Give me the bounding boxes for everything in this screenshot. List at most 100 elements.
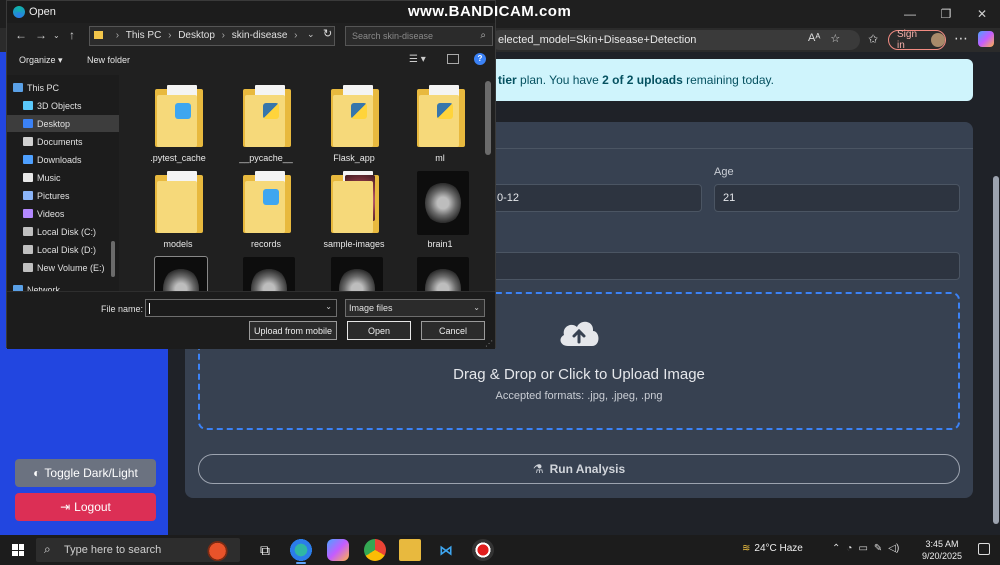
- text-input[interactable]: [490, 252, 960, 280]
- breadcrumb-this-pc[interactable]: This PC: [126, 30, 162, 41]
- video-icon: [23, 209, 33, 218]
- battery-icon[interactable]: ▭: [858, 543, 867, 554]
- nav-item-local-disk-d[interactable]: Local Disk (D:): [7, 241, 119, 258]
- sign-in-button[interactable]: Sign in: [888, 29, 946, 51]
- age-range-field[interactable]: 0-12: [490, 184, 702, 212]
- notification-icon[interactable]: [978, 543, 990, 555]
- weather-widget[interactable]: ≋ 24°C Haze: [742, 543, 803, 554]
- file-item[interactable]: ml: [397, 79, 483, 165]
- open-file-dialog: Open ← → ⌄ ↑ › This PC › Desktop › skin-…: [6, 0, 496, 349]
- logout-button[interactable]: ⇥ Logout: [15, 493, 156, 521]
- file-item[interactable]: models: [135, 165, 221, 251]
- file-item[interactable]: brain1: [397, 165, 483, 251]
- search-highlight-icon: [204, 539, 234, 561]
- nav-pane-scrollbar[interactable]: [111, 241, 115, 277]
- task-view-icon[interactable]: ⧉: [254, 539, 276, 561]
- up-arrow-icon[interactable]: ↑: [69, 28, 75, 42]
- edge-taskbar-icon[interactable]: [290, 539, 312, 564]
- nav-item-downloads[interactable]: Downloads: [7, 151, 119, 168]
- help-icon[interactable]: ?: [474, 53, 486, 65]
- organize-menu[interactable]: Organize ▾: [19, 55, 63, 66]
- python-icon: [351, 103, 367, 119]
- bandicam-taskbar-icon[interactable]: [472, 539, 494, 561]
- copilot-icon[interactable]: [978, 31, 994, 47]
- nav-item-pictures[interactable]: Pictures: [7, 187, 119, 204]
- file-item[interactable]: sample-images: [311, 165, 397, 251]
- wifi-icon[interactable]: ◔: [846, 543, 852, 554]
- chevron-down-icon[interactable]: ⌄: [325, 302, 332, 311]
- windows-start-icon[interactable]: [12, 544, 24, 556]
- file-type-select[interactable]: Image files ⌄: [345, 299, 485, 317]
- nav-item-desktop[interactable]: Desktop: [7, 115, 119, 132]
- path-dropdown-icon[interactable]: ⌄: [307, 29, 315, 40]
- flask-icon: ⚗: [532, 462, 544, 476]
- upload-quota-notice: tier plan. You have 2 of 2 uploads remai…: [490, 59, 973, 101]
- address-bar-icons: Aᴬ ☆: [808, 32, 840, 45]
- favorite-star-icon[interactable]: ☆: [830, 32, 840, 45]
- upload-from-mobile-button[interactable]: Upload from mobile: [249, 321, 337, 340]
- document-icon: [23, 137, 33, 146]
- file-item[interactable]: .pytest_cache: [135, 79, 221, 165]
- copilot-taskbar-icon[interactable]: [327, 539, 349, 561]
- breadcrumb-desktop[interactable]: Desktop: [178, 30, 215, 41]
- page-scrollbar[interactable]: [992, 52, 1000, 535]
- chevron-up-icon[interactable]: ⌃: [832, 543, 840, 554]
- nav-item-videos[interactable]: Videos: [7, 205, 119, 222]
- file-item[interactable]: records: [223, 165, 309, 251]
- clock[interactable]: 3:45 AM 9/20/2025: [918, 538, 966, 562]
- back-arrow-icon[interactable]: ←: [15, 28, 27, 42]
- age-label: Age: [714, 166, 734, 178]
- python-icon: [437, 103, 453, 119]
- nav-item-local-disk-c[interactable]: Local Disk (C:): [7, 223, 119, 240]
- taskbar-search[interactable]: ⌕ Type here to search: [36, 538, 240, 562]
- maximize-button[interactable]: ❐: [928, 0, 964, 28]
- forward-arrow-icon[interactable]: →: [35, 28, 47, 42]
- nav-item-music[interactable]: Music: [7, 169, 119, 186]
- close-window-button[interactable]: ✕: [964, 0, 1000, 28]
- weather-text: 24°C Haze: [754, 543, 803, 554]
- preview-pane-icon[interactable]: [447, 54, 459, 64]
- pen-icon[interactable]: ✎: [874, 543, 882, 554]
- nav-item-3d-objects[interactable]: 3D Objects: [7, 97, 119, 114]
- chrome-taskbar-icon[interactable]: [364, 539, 386, 561]
- file-item[interactable]: [135, 251, 221, 291]
- file-name: Flask_app: [333, 153, 375, 163]
- vscode-taskbar-icon[interactable]: ⋈: [435, 539, 457, 561]
- read-aloud-icon[interactable]: Aᴬ: [808, 32, 820, 45]
- breadcrumb-skin-disease[interactable]: skin-disease: [232, 30, 288, 41]
- file-explorer-taskbar-icon[interactable]: [399, 539, 421, 561]
- nav-item-documents[interactable]: Documents: [7, 133, 119, 150]
- volume-icon[interactable]: ◁): [888, 543, 899, 554]
- nav-item-new-volume-e[interactable]: New Volume (E:): [7, 259, 119, 276]
- minimize-button[interactable]: —: [892, 0, 928, 28]
- breadcrumb[interactable]: › This PC › Desktop › skin-disease ›: [89, 26, 335, 46]
- nav-item-label: This PC: [27, 82, 60, 93]
- address-bar[interactable]: elected_model=Skin+Disease+Detection: [490, 30, 860, 50]
- recent-chevron-icon[interactable]: ⌄: [53, 31, 60, 40]
- favorites-icon[interactable]: ✩: [868, 32, 878, 46]
- new-folder-button[interactable]: New folder: [87, 55, 130, 65]
- file-name: .pytest_cache: [150, 153, 206, 163]
- refresh-icon[interactable]: ↻: [323, 27, 332, 40]
- cancel-button[interactable]: Cancel: [421, 321, 485, 340]
- file-name-input[interactable]: ⌄: [145, 299, 337, 317]
- run-analysis-button[interactable]: ⚗ Run Analysis: [198, 454, 960, 484]
- age-field[interactable]: 21: [714, 184, 960, 212]
- file-item[interactable]: [397, 251, 483, 291]
- file-item[interactable]: __pycache__: [223, 79, 309, 165]
- page-scroll-thumb[interactable]: [993, 176, 999, 524]
- nav-item-this-pc[interactable]: This PC: [7, 79, 119, 96]
- cloud-upload-icon: [560, 321, 599, 346]
- file-list-scrollbar[interactable]: [485, 81, 491, 155]
- file-item[interactable]: [311, 251, 397, 291]
- toggle-theme-button[interactable]: ◐ Toggle Dark/Light: [15, 459, 156, 487]
- file-item[interactable]: [223, 251, 309, 291]
- open-button[interactable]: Open: [347, 321, 411, 340]
- resize-grip-icon[interactable]: ⋰: [485, 339, 493, 348]
- view-options-icon[interactable]: ☰ ▾: [409, 54, 426, 65]
- more-menu-icon[interactable]: ⋯: [954, 30, 968, 47]
- window-controls: — ❐ ✕: [892, 0, 1000, 28]
- dialog-search-input[interactable]: Search skin-disease ⌕: [345, 26, 493, 46]
- file-item[interactable]: Flask_app: [311, 79, 397, 165]
- nav-item-network[interactable]: Network: [7, 281, 119, 291]
